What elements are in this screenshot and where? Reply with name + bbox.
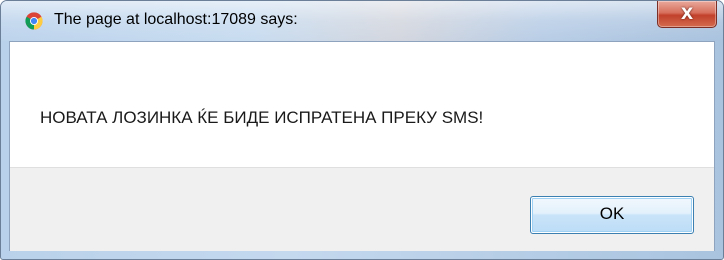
alert-message: НОВАТА ЛОЗИНКА ЌЕ БИДЕ ИСПРАТЕНА ПРЕКУ S… bbox=[40, 108, 484, 127]
close-button[interactable]: X bbox=[657, 1, 717, 28]
ok-button[interactable]: OK bbox=[530, 196, 694, 234]
chrome-icon bbox=[25, 12, 43, 30]
button-bar: OK bbox=[10, 167, 714, 251]
close-icon: X bbox=[680, 4, 694, 23]
dialog-content: НОВАТА ЛОЗИНКА ЌЕ БИДЕ ИСПРАТЕНА ПРЕКУ S… bbox=[9, 41, 715, 251]
window-title: The page at localhost:17089 says: bbox=[54, 11, 298, 28]
alert-dialog: The page at localhost:17089 says: X НОВА… bbox=[0, 0, 724, 260]
title-bar[interactable]: The page at localhost:17089 says: X bbox=[1, 1, 723, 41]
